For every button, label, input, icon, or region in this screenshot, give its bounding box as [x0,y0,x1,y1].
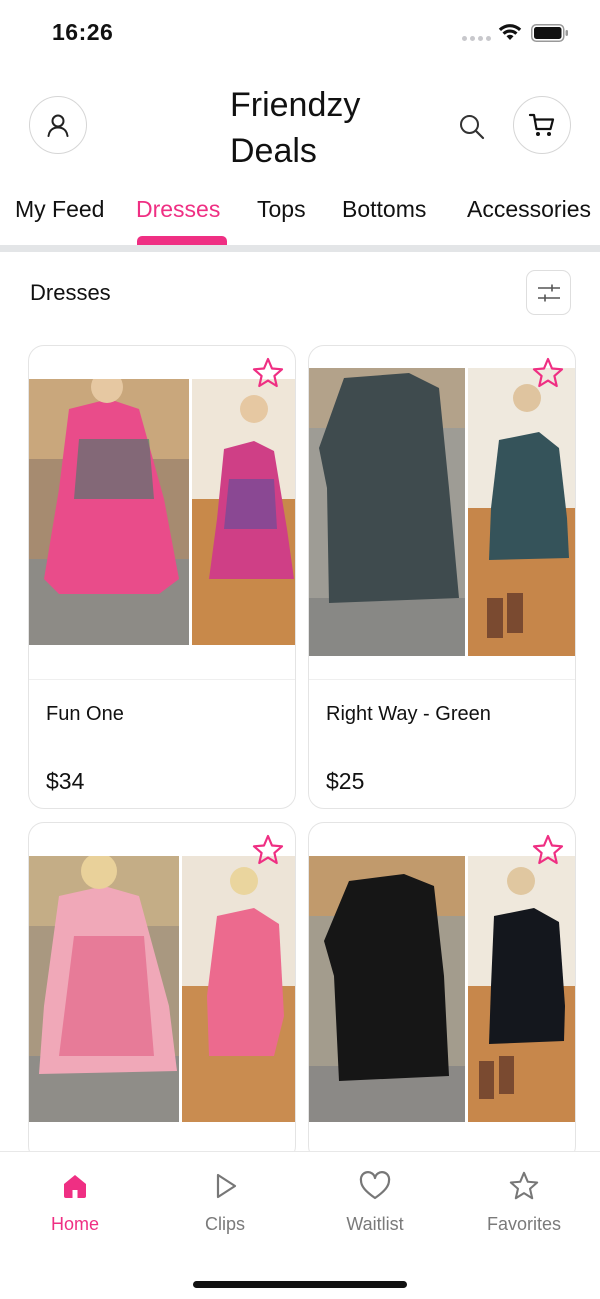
tab-dresses[interactable]: Dresses [136,196,220,223]
product-card[interactable] [28,822,296,1162]
product-image[interactable] [29,379,295,645]
battery-icon [531,24,569,47]
tabs-divider [0,245,600,252]
nav-clips[interactable]: Clips [170,1168,280,1235]
nav-home-label: Home [50,1214,99,1234]
favorite-star-icon[interactable] [531,356,565,390]
app-header: Friendzy Deals [0,66,600,186]
product-image[interactable] [309,856,575,1122]
tab-accessories[interactable]: Accessories [467,196,591,223]
cart-button[interactable] [513,96,571,154]
favorite-star-icon[interactable] [531,833,565,867]
search-button[interactable] [455,110,489,144]
product-price: $25 [326,768,365,794]
category-tabs: My Feed Dresses Tops Bottoms Accessories [0,186,600,252]
product-card[interactable] [308,822,576,1162]
tab-tops[interactable]: Tops [257,196,306,223]
tab-bottoms[interactable]: Bottoms [342,196,426,223]
section-title: Dresses [30,280,111,305]
nav-favorites[interactable]: Favorites [469,1168,579,1235]
product-price: $34 [46,768,85,794]
tab-my-feed[interactable]: My Feed [15,196,104,223]
bottom-nav: Home Clips Waitlist Favorites [0,1151,600,1299]
star-icon [509,1171,539,1200]
nav-waitlist[interactable]: Waitlist [320,1168,430,1235]
card-divider [309,679,575,680]
favorite-star-icon[interactable] [251,356,285,390]
home-icon [64,1175,86,1198]
nav-waitlist-label: Waitlist [346,1214,404,1234]
product-card[interactable]: Right Way - Green $25 [308,345,576,809]
product-name: Right Way - Green [326,703,491,725]
status-bar: 16:26 [0,0,600,66]
cellular-signal-icon [462,36,491,41]
person-icon [47,114,69,137]
play-icon [216,1173,237,1199]
nav-favorites-label: Favorites [486,1214,562,1234]
profile-button[interactable] [29,96,87,154]
active-tab-indicator [137,236,227,245]
nav-home[interactable]: Home [20,1168,130,1235]
wifi-icon [498,23,522,46]
nav-clips-label: Clips [204,1214,245,1234]
cart-icon [528,113,555,136]
app-title: Friendzy Deals [230,86,361,170]
heart-icon [359,1171,391,1200]
product-card[interactable]: Fun One $34 [28,345,296,809]
filter-button[interactable] [526,270,571,315]
card-divider [29,679,295,680]
status-time: 16:26 [52,19,114,45]
product-image[interactable] [29,856,295,1122]
app-screen: 16:26 Friendzy Deals My Feed Dresses Top… [0,0,600,1299]
sliders-icon [537,284,560,301]
home-indicator[interactable] [193,1281,407,1288]
search-icon [460,115,485,140]
product-image[interactable] [309,368,575,656]
product-name: Fun One [46,703,124,725]
favorite-star-icon[interactable] [251,833,285,867]
